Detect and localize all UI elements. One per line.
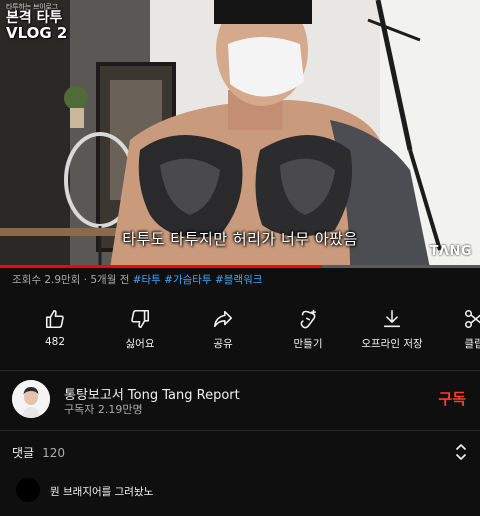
download-label: 오프라인 저장 <box>361 338 423 350</box>
hashtag-chest-tattoo[interactable]: #가슴타투 <box>164 274 211 286</box>
commenter-avatar <box>16 478 40 502</box>
hashtag-blackwork[interactable]: #블랙워크 <box>215 274 262 286</box>
like-button[interactable]: 482 <box>15 308 95 358</box>
share-icon <box>213 310 233 328</box>
comment-text: 뭔 브래지어를 그려놨노 <box>50 486 154 498</box>
dislike-label: 싫어요 <box>125 338 155 350</box>
download-icon <box>383 309 401 328</box>
video-subtitle: 타투도 타투지만 허리가 너무 아팠음 <box>122 230 358 248</box>
hashtag-tattoo[interactable]: #타투 <box>133 274 161 286</box>
subscriber-count: 구독자 2.19만명 <box>64 403 143 416</box>
like-count: 482 <box>44 336 66 348</box>
vlog-title-badge: 타투하는 브이로그 본격 타투 VLOG 2 <box>6 3 68 43</box>
comments-title: 댓글 <box>12 446 35 460</box>
top-comment[interactable]: 뭔 브래지어를 그려놨노 <box>0 476 480 504</box>
thumbs-down-icon <box>131 309 150 329</box>
channel-avatar-image <box>12 380 50 418</box>
share-label: 공유 <box>213 338 233 350</box>
meta-separator: · <box>80 274 91 286</box>
remix-icon <box>300 309 316 329</box>
download-button[interactable]: 오프라인 저장 <box>352 308 432 358</box>
video-meta: 조회수 2.9만회 · 5개월 전 #타투 #가슴타투 #블랙워크 <box>12 272 262 287</box>
progress-fill <box>0 265 322 268</box>
channel-watermark: TΛNG <box>429 244 472 259</box>
remix-label: 만들기 <box>293 338 323 350</box>
share-button[interactable]: 공유 <box>183 308 263 358</box>
clip-button[interactable]: 클립 <box>434 308 480 358</box>
badge-line-2: VLOG 2 <box>6 24 68 43</box>
clip-label: 클립 <box>464 338 480 350</box>
clip-icon <box>464 309 480 329</box>
action-bar: 482 싫어요 공유 만들기 오프라인 저장 클립 <box>0 308 480 358</box>
progress-bar[interactable] <box>0 265 480 268</box>
remix-button[interactable]: 만들기 <box>268 308 348 358</box>
expand-collapse-icon[interactable] <box>454 442 468 462</box>
comments-header[interactable]: 댓글 120 <box>12 444 65 461</box>
comments-count: 120 <box>42 446 65 460</box>
view-count: 조회수 2.9만회 <box>12 274 81 286</box>
divider-top <box>0 370 480 371</box>
channel-row[interactable]: 통탕보고서 Tong Tang Report 구독자 2.19만명 구독 <box>0 374 480 426</box>
divider-bottom <box>0 430 480 431</box>
thumbs-up-icon <box>45 309 64 329</box>
subscribe-button[interactable]: 구독 <box>438 388 466 409</box>
channel-avatar[interactable] <box>12 380 50 418</box>
video-player[interactable]: 타투하는 브이로그 본격 타투 VLOG 2 타투도 타투지만 허리가 너무 아… <box>0 0 480 268</box>
upload-age: 5개월 전 <box>90 274 130 286</box>
dislike-button[interactable]: 싫어요 <box>100 308 180 358</box>
